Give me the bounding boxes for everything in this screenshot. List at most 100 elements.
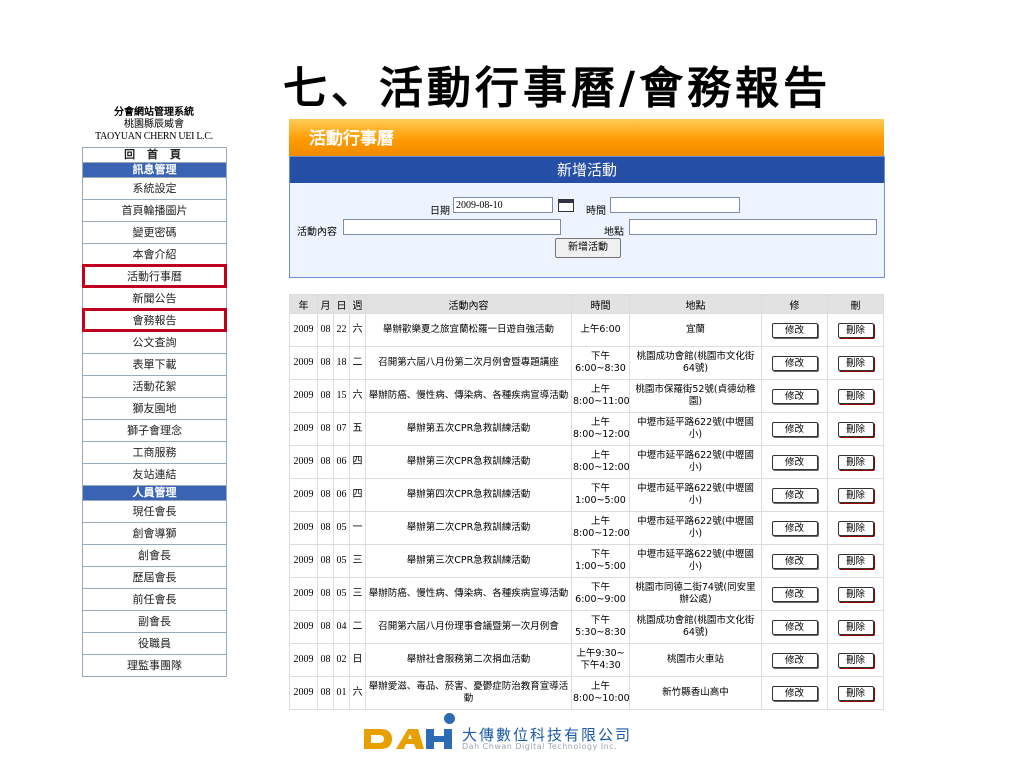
date-field[interactable]: 2009-08-10 (453, 197, 553, 213)
sidebar-item[interactable]: 表單下載 (83, 353, 226, 375)
column-header: 月 (317, 294, 334, 314)
delete-cell: 刪除 (827, 610, 884, 644)
table-cell: 下午 6:00~8:30 (571, 346, 630, 380)
edit-button[interactable]: 修改 (771, 454, 818, 470)
delete-cell: 刪除 (827, 346, 884, 380)
sidebar-item[interactable]: 創會導獅 (83, 522, 226, 544)
table-cell: 08 (317, 676, 334, 710)
delete-button[interactable]: 刪除 (837, 421, 874, 437)
form-heading: 新增活動 (290, 157, 884, 183)
edit-cell: 修改 (761, 478, 828, 512)
delete-button[interactable]: 刪除 (837, 553, 874, 569)
table-cell: 08 (317, 313, 334, 347)
sidebar-item[interactable]: 副會長 (83, 610, 226, 632)
delete-button[interactable]: 刪除 (837, 388, 874, 404)
column-header: 日 (333, 294, 350, 314)
edit-button[interactable]: 修改 (771, 520, 818, 536)
column-header: 年 (289, 294, 318, 314)
delete-button[interactable]: 刪除 (837, 487, 874, 503)
table-row: 2009 08 06 四舉辦第四次CPR急救訓練活動 下午 1:00~5:00 中壢市延平… (289, 478, 884, 512)
sidebar-item[interactable]: 變更密碼 (83, 221, 226, 243)
delete-button[interactable]: 刪除 (837, 652, 874, 668)
sidebar-item[interactable]: 創會長 (83, 544, 226, 566)
table-cell: 下午 1:00~5:00 (571, 544, 630, 578)
table-cell: 五 (349, 412, 366, 446)
column-header: 修 (761, 294, 828, 314)
table-cell: 舉辦社會服務第二次捐血活動 (365, 643, 572, 677)
add-event-form: 新增活動 日期 2009-08-10 時間 活動內容 地點 新增活動 (289, 156, 885, 278)
sidebar-item[interactable]: 活動花絮 (83, 375, 226, 397)
add-event-button[interactable]: 新增活動 (555, 238, 621, 258)
edit-button[interactable]: 修改 (771, 421, 818, 437)
sidebar-item[interactable]: 工商服務 (83, 441, 226, 463)
table-cell: 中壢市延平路622號(中壢國小) (629, 445, 762, 479)
edit-button[interactable]: 修改 (771, 553, 818, 569)
sidebar-item[interactable]: 系統設定 (83, 177, 226, 199)
edit-cell: 修改 (761, 511, 828, 545)
edit-cell: 修改 (761, 610, 828, 644)
table-cell: 2009 (289, 313, 318, 347)
delete-button[interactable]: 刪除 (837, 685, 874, 701)
sidebar-item[interactable]: 獅子會理念 (83, 419, 226, 441)
delete-button[interactable]: 刪除 (837, 454, 874, 470)
time-field[interactable] (610, 197, 740, 213)
table-cell: 上午 8:00~10:00 (571, 676, 630, 710)
delete-cell: 刪除 (827, 643, 884, 677)
delete-button[interactable]: 刪除 (837, 355, 874, 371)
edit-cell: 修改 (761, 412, 828, 446)
table-cell: 2009 (289, 379, 318, 413)
sidebar-item[interactable]: 本會介紹 (83, 243, 226, 265)
sidebar-item[interactable]: 新聞公告 (83, 287, 226, 309)
delete-button[interactable]: 刪除 (837, 322, 874, 338)
content-field[interactable] (343, 219, 561, 235)
delete-button[interactable]: 刪除 (837, 619, 874, 635)
delete-button[interactable]: 刪除 (837, 586, 874, 602)
sidebar-item[interactable]: 獅友園地 (83, 397, 226, 419)
section-people-management: 人員管理 (83, 485, 226, 500)
sidebar-item[interactable]: 現任會長 (83, 500, 226, 522)
edit-button[interactable]: 修改 (771, 322, 818, 338)
edit-button[interactable]: 修改 (771, 685, 818, 701)
table-cell: 舉辦愛滋、毒品、菸害、憂鬱症防治教育宣導活動 (365, 676, 572, 710)
edit-button[interactable]: 修改 (771, 586, 818, 602)
table-cell: 中壢市延平路622號(中壢國小) (629, 511, 762, 545)
delete-cell: 刪除 (827, 676, 884, 710)
table-cell: 舉辦第三次CPR急救訓練活動 (365, 544, 572, 578)
table-row: 2009 08 07 五舉辦第五次CPR急救訓練活動 上午 8:00~12:00 中壢市延… (289, 412, 884, 446)
company-logo (362, 726, 454, 752)
edit-button[interactable]: 修改 (771, 652, 818, 668)
edit-button[interactable]: 修改 (771, 487, 818, 503)
table-row: 2009 08 04 二召開第六屆八月份理事會議暨第一次月例會 下午 5:30~8:30… (289, 610, 884, 644)
section-info-management: 訊息管理 (83, 162, 226, 177)
sidebar-item[interactable]: 友站連結 (83, 463, 226, 485)
table-cell: 上午 8:00~12:00 (571, 445, 630, 479)
sidebar-item[interactable]: 首頁輪播圖片 (83, 199, 226, 221)
sidebar-item[interactable]: 理監事團隊 (83, 654, 226, 676)
table-cell: 日 (349, 643, 366, 677)
table-cell: 舉辦防癌、慢性病、傳染病、各種疾病宣導活動 (365, 577, 572, 611)
calendar-icon[interactable] (558, 199, 574, 212)
sidebar-item[interactable]: 會務報告 (82, 308, 227, 332)
table-cell: 08 (317, 610, 334, 644)
table-cell: 08 (317, 445, 334, 479)
delete-button[interactable]: 刪除 (837, 520, 874, 536)
place-field[interactable] (629, 219, 877, 235)
table-cell: 桃園市火車站 (629, 643, 762, 677)
sidebar-item[interactable]: 前任會長 (83, 588, 226, 610)
table-cell: 新竹縣香山高中 (629, 676, 762, 710)
sidebar-item[interactable]: 役職員 (83, 632, 226, 654)
edit-cell: 修改 (761, 544, 828, 578)
edit-button[interactable]: 修改 (771, 619, 818, 635)
table-cell: 舉辦第四次CPR急救訓練活動 (365, 478, 572, 512)
table-cell: 四 (349, 478, 366, 512)
sidebar-item[interactable]: 歷屆會長 (83, 566, 226, 588)
home-link[interactable]: 回 首 頁 (83, 147, 226, 162)
sidebar-item[interactable]: 活動行事曆 (82, 264, 227, 288)
table-row: 2009 08 15 六舉辦防癌、慢性病、傳染病、各種疾病宣導活動 上午 8:00~11… (289, 379, 884, 413)
table-header: 年月日週活動內容 時間 地點修刪 (289, 294, 884, 314)
edit-button[interactable]: 修改 (771, 388, 818, 404)
edit-button[interactable]: 修改 (771, 355, 818, 371)
table-row: 2009 08 05 三舉辦防癌、慢性病、傳染病、各種疾病宣導活動 下午 6:00~9:… (289, 577, 884, 611)
table-cell: 2009 (289, 412, 318, 446)
sidebar-item[interactable]: 公文查詢 (83, 331, 226, 353)
